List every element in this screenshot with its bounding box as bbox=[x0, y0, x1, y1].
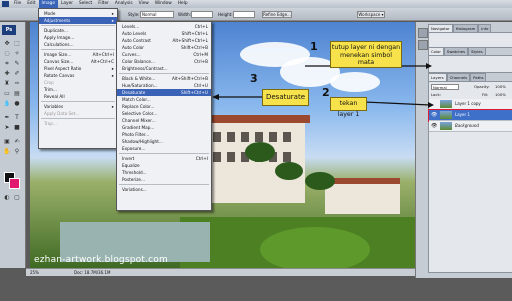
arrow-step2 bbox=[363, 101, 431, 106]
step1-note: tutup layer ni dengan menekan simbol mat… bbox=[330, 41, 402, 68]
step2-number: 2 bbox=[322, 86, 330, 99]
arrow-step2-head bbox=[428, 102, 434, 108]
step1-number: 1 bbox=[310, 40, 318, 53]
step2-note: tekan layer 1 bbox=[330, 97, 367, 118]
annotation-arrows bbox=[212, 63, 434, 108]
arrow-step1-head bbox=[426, 63, 432, 69]
arrow-step3-head bbox=[212, 94, 219, 100]
step3-number: 3 bbox=[250, 72, 258, 85]
step3-note: Desaturate bbox=[262, 89, 309, 106]
